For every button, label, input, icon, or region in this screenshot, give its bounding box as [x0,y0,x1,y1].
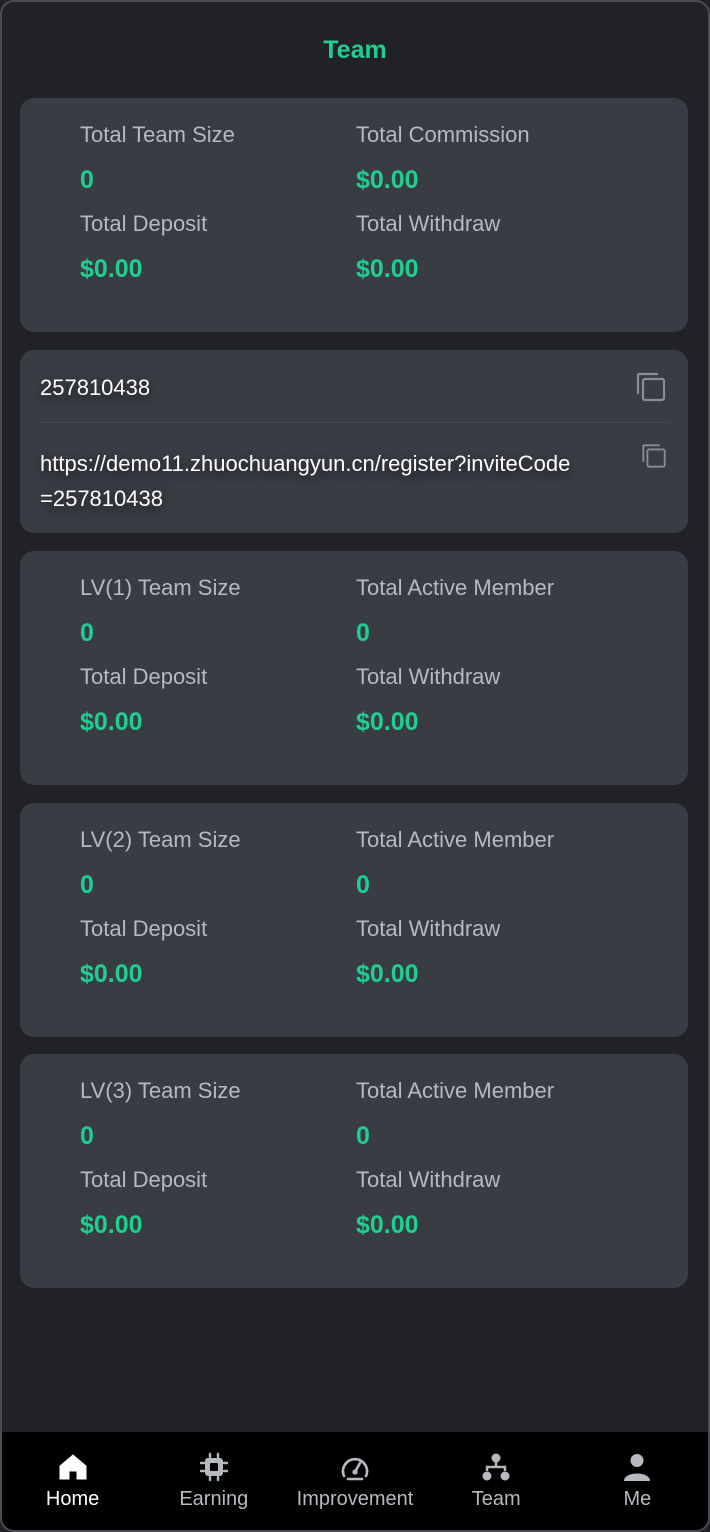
tab-team[interactable]: Team [426,1432,567,1530]
stat-value: 0 [356,871,370,899]
team-summary-card: Total Team Size 0 Total Commission $0.00… [20,98,688,332]
invite-code: 257810438 [40,375,151,400]
stat-label: Total Team Size [80,122,235,147]
tab-improvement[interactable]: Improvement [284,1432,425,1530]
tab-label: Earning [179,1488,249,1510]
stat-team-size: LV(3) Team Size 0 [80,1078,241,1151]
tab-me[interactable]: Me [567,1432,708,1530]
copy-link-icon[interactable] [640,442,668,470]
stat-label: Total Withdraw [356,1167,501,1192]
stat-value: 0 [80,619,94,647]
stat-value: 0 [80,166,94,194]
stat-value: 0 [356,619,370,647]
stat-label: LV(3) Team Size [80,1078,241,1103]
stat-label: Total Deposit [80,211,208,236]
stat-label: Total Withdraw [356,211,501,236]
copy-code-icon[interactable] [634,370,668,404]
stat-value: $0.00 [356,960,419,988]
tab-home[interactable]: Home [2,1432,143,1530]
home-icon [59,1454,87,1480]
tab-label: Team [471,1488,521,1510]
stat-deposit: Total Deposit $0.00 [80,1167,207,1240]
stat-label: Total Active Member [356,827,555,852]
stat-active-member: Total Active Member 0 [356,827,554,900]
header: Team [2,2,708,100]
stat-label: Total Withdraw [356,664,501,689]
invite-card: 257810438 https://demo11.zhuochuangyun.c… [20,350,688,533]
stat-label: Total Active Member [356,575,555,600]
tab-earning[interactable]: Earning [143,1432,284,1530]
stat-value: $0.00 [356,255,419,283]
divider [40,422,668,423]
stat-label: Total Deposit [80,1167,208,1192]
stat-team-size: LV(1) Team Size 0 [80,575,241,648]
stat-active-member: Total Active Member 0 [356,1078,554,1151]
bottom-tab-bar: Home Earning Improvement Team Me [2,1432,708,1530]
stat-withdraw: Total Withdraw $0.00 [356,916,500,989]
stat-deposit: Total Deposit $0.00 [80,664,207,737]
stat-total-withdraw: Total Withdraw $0.00 [356,211,500,284]
chip-icon [199,1452,228,1482]
stat-total-commission: Total Commission $0.00 [356,122,530,195]
stat-label: Total Active Member [356,1078,555,1103]
stat-value: $0.00 [80,708,143,736]
stat-label: Total Withdraw [356,916,501,941]
stat-value: 0 [356,1122,370,1150]
stat-total-team-size: Total Team Size 0 [80,122,235,195]
hierarchy-icon [482,1453,510,1481]
stat-value: $0.00 [80,255,143,283]
level-card-3: LV(3) Team Size 0 Total Active Member 0 … [20,1054,688,1288]
gauge-icon [341,1457,369,1481]
tab-label: Improvement [296,1488,414,1510]
tab-label: Me [623,1488,652,1510]
level-card-2: LV(2) Team Size 0 Total Active Member 0 … [20,803,688,1037]
user-icon [624,1454,651,1481]
stat-deposit: Total Deposit $0.00 [80,916,207,989]
stat-value: $0.00 [80,960,143,988]
stat-value: 0 [80,1122,94,1150]
stat-value: $0.00 [80,1211,143,1239]
stat-total-deposit: Total Deposit $0.00 [80,211,207,284]
level-card-1: LV(1) Team Size 0 Total Active Member 0 … [20,551,688,785]
app-frame: Team Total Team Size 0 Total Commission … [0,0,710,1532]
tab-label: Home [45,1488,100,1510]
stat-label: Total Deposit [80,664,208,689]
stat-value: $0.00 [356,708,419,736]
stat-withdraw: Total Withdraw $0.00 [356,664,500,737]
stat-label: Total Deposit [80,916,208,941]
stat-label: LV(2) Team Size [80,827,241,852]
stat-team-size: LV(2) Team Size 0 [80,827,241,900]
stat-label: LV(1) Team Size [80,575,241,600]
stat-active-member: Total Active Member 0 [356,575,554,648]
stat-withdraw: Total Withdraw $0.00 [356,1167,500,1240]
stat-label: Total Commission [356,122,530,147]
stat-value: $0.00 [356,166,419,194]
stat-value: $0.00 [356,1211,419,1239]
invite-link: https://demo11.zhuochuangyun.cn/register… [40,451,571,511]
stat-value: 0 [80,871,94,899]
page-title: Team [323,36,387,64]
